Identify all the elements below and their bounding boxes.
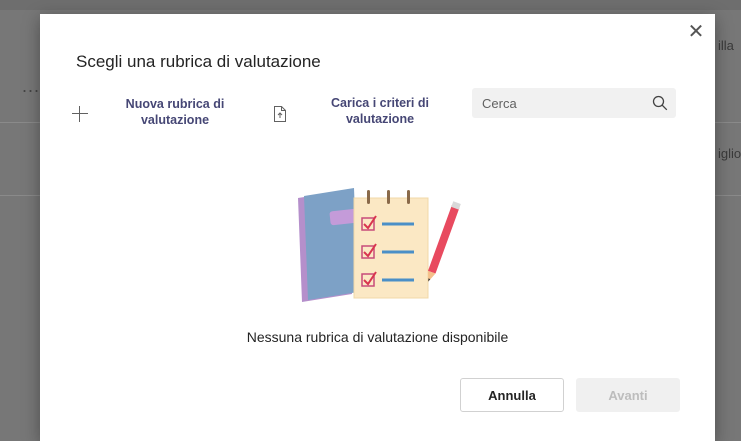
upload-criteria-button[interactable]: Carica i criteri di valutazione bbox=[320, 95, 440, 127]
new-rubric-label-line2: valutazione bbox=[140, 113, 210, 127]
upload-criteria-label-line2: valutazione bbox=[345, 112, 415, 126]
cancel-button[interactable]: Annulla bbox=[460, 378, 564, 412]
dialog-title: Scegli una rubrica di valutazione bbox=[76, 52, 321, 71]
background-text: iglio bbox=[718, 146, 741, 161]
search-box[interactable] bbox=[472, 88, 676, 118]
background-text: illa bbox=[718, 38, 734, 53]
search-icon[interactable] bbox=[652, 95, 668, 111]
upload-document-icon[interactable] bbox=[273, 105, 287, 123]
next-button[interactable]: Avanti bbox=[576, 378, 680, 412]
background-more-icon: ... bbox=[22, 76, 41, 96]
app-top-bar bbox=[0, 0, 741, 10]
choose-rubric-dialog: ✕ Scegli una rubrica di valutazione Nuov… bbox=[40, 14, 715, 441]
plus-icon[interactable] bbox=[72, 106, 88, 122]
close-icon: ✕ bbox=[687, 20, 705, 43]
empty-state-message: Nessuna rubrica di valutazione disponibi… bbox=[246, 329, 509, 345]
upload-criteria-label-line1: Carica i criteri di bbox=[331, 96, 429, 110]
new-rubric-label-line1: Nuova rubrica di bbox=[125, 97, 225, 111]
new-rubric-button[interactable]: Nuova rubrica di valutazione bbox=[120, 96, 230, 128]
search-input[interactable] bbox=[472, 88, 642, 118]
notebook-checklist-pencil-illustration bbox=[298, 188, 461, 302]
close-button[interactable]: ✕ bbox=[685, 20, 707, 43]
